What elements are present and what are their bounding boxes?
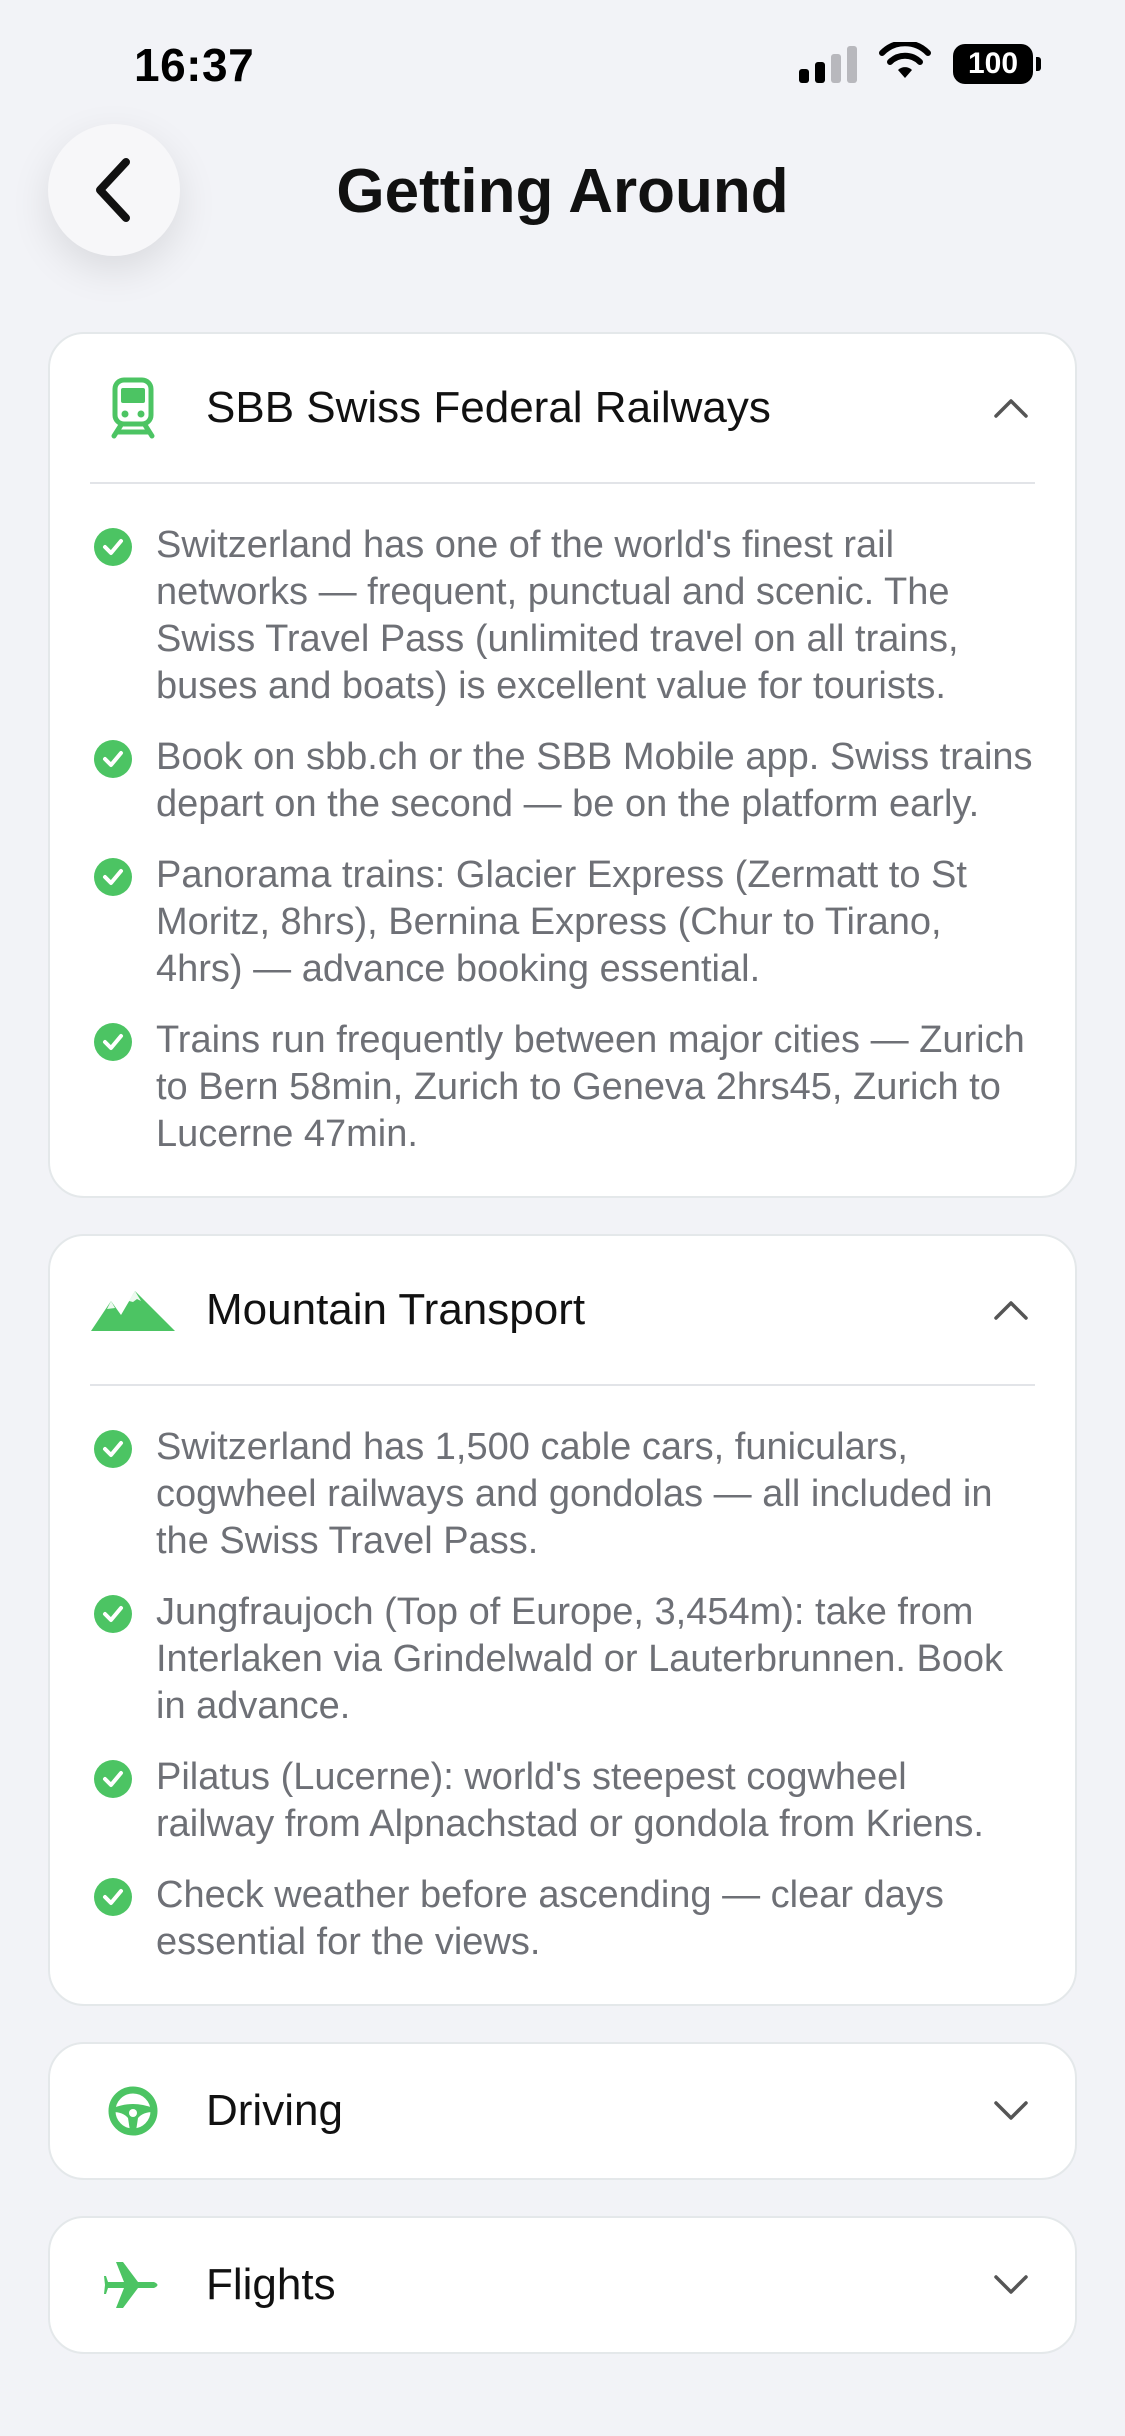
page-title: Getting Around <box>336 157 789 226</box>
check-circle-icon <box>94 528 132 566</box>
list-item-text: Switzerland has 1,500 cable cars, funicu… <box>156 1426 993 1562</box>
list-item: Panorama trains: Glacier Express (Zermat… <box>90 852 1035 993</box>
battery-icon: 100 <box>953 43 1041 84</box>
chevron-up-icon <box>987 384 1035 432</box>
sections-list: SBB Swiss Federal Railways Switzerland h… <box>48 332 1077 2390</box>
chevron-down-icon <box>987 2261 1035 2309</box>
check-circle-icon <box>94 1430 132 1468</box>
section-card-driving: Driving <box>48 2042 1077 2180</box>
check-circle-icon <box>94 1595 132 1633</box>
section-header-flights[interactable]: Flights <box>50 2218 1075 2352</box>
check-circle-icon <box>94 1760 132 1798</box>
section-header-driving[interactable]: Driving <box>50 2044 1075 2178</box>
cellular-signal-icon <box>799 45 857 83</box>
wifi-icon <box>879 40 931 85</box>
check-circle-icon <box>94 858 132 896</box>
check-circle-icon <box>94 1023 132 1061</box>
section-card-sbb: SBB Swiss Federal Railways Switzerland h… <box>48 332 1077 1198</box>
section-header-mountain-transport[interactable]: Mountain Transport <box>50 1236 1075 1384</box>
steering-wheel-icon <box>90 2076 176 2146</box>
section-title: Driving <box>206 2086 343 2135</box>
list-item-text: Switzerland has one of the world's fines… <box>156 524 959 707</box>
section-body: Switzerland has one of the world's fines… <box>50 484 1075 1196</box>
train-icon <box>90 373 176 443</box>
section-card-mountain-transport: Mountain Transport Switzerland has 1,500… <box>48 1234 1077 2006</box>
list-item-text: Panorama trains: Glacier Express (Zermat… <box>156 854 967 990</box>
status-time: 16:37 <box>134 39 255 91</box>
list-item: Jungfraujoch (Top of Europe, 3,454m): ta… <box>90 1589 1035 1730</box>
section-card-flights: Flights <box>48 2216 1077 2354</box>
list-item-text: Book on sbb.ch or the SBB Mobile app. Sw… <box>156 736 1033 825</box>
mountain-icon <box>90 1275 176 1345</box>
list-item: Trains run frequently between major citi… <box>90 1017 1035 1158</box>
list-item-text: Check weather before ascending — clear d… <box>156 1874 944 1963</box>
chevron-down-icon <box>987 2087 1035 2135</box>
section-body: Switzerland has 1,500 cable cars, funicu… <box>50 1386 1075 2004</box>
section-header-sbb[interactable]: SBB Swiss Federal Railways <box>50 334 1075 482</box>
check-circle-icon <box>94 740 132 778</box>
airplane-icon <box>90 2250 176 2320</box>
section-title: SBB Swiss Federal Railways <box>206 383 771 432</box>
chevron-up-icon <box>987 1286 1035 1334</box>
check-circle-icon <box>94 1878 132 1916</box>
list-item: Pilatus (Lucerne): world's steepest cogw… <box>90 1754 1035 1848</box>
section-title: Flights <box>206 2260 336 2309</box>
list-item: Switzerland has 1,500 cable cars, funicu… <box>90 1424 1035 1565</box>
header: Getting Around <box>0 120 1125 260</box>
list-item-text: Pilatus (Lucerne): world's steepest cogw… <box>156 1756 984 1845</box>
status-bar: 16:37 100 <box>0 0 1125 132</box>
list-item: Switzerland has one of the world's fines… <box>90 522 1035 710</box>
status-icons: 100 <box>799 40 1041 85</box>
list-item: Check weather before ascending — clear d… <box>90 1872 1035 1966</box>
list-item-text: Trains run frequently between major citi… <box>156 1019 1025 1155</box>
battery-level: 100 <box>953 43 1033 84</box>
section-title: Mountain Transport <box>206 1285 586 1334</box>
list-item: Book on sbb.ch or the SBB Mobile app. Sw… <box>90 734 1035 828</box>
list-item-text: Jungfraujoch (Top of Europe, 3,454m): ta… <box>156 1591 1004 1727</box>
